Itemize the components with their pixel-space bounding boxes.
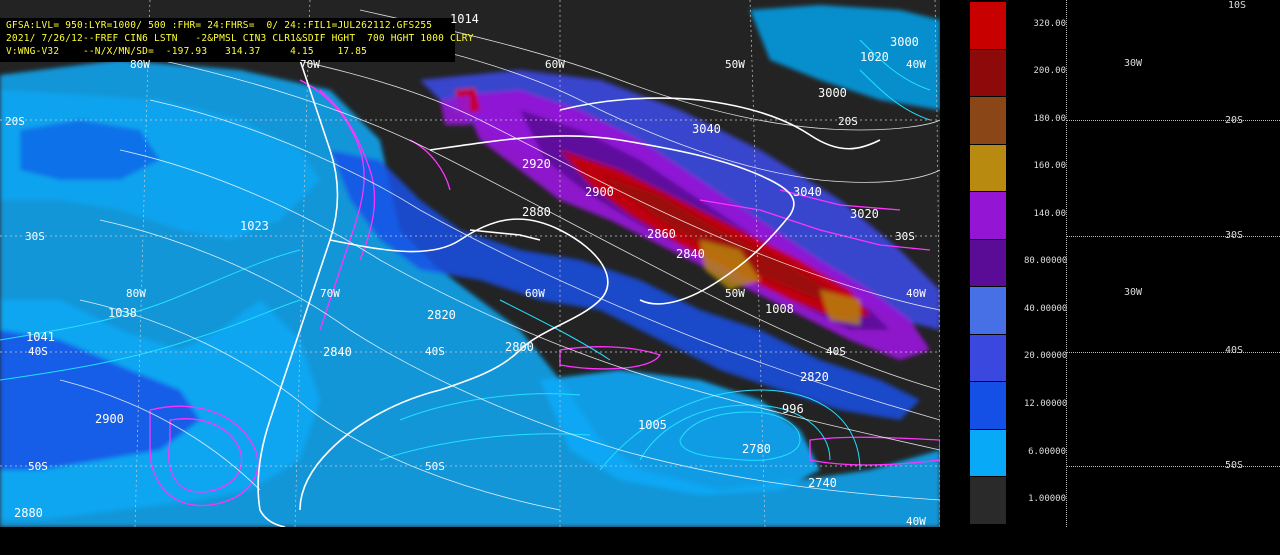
contour-label: 1020 — [860, 50, 889, 64]
right-lat-label-50s: 50S — [1225, 460, 1244, 471]
legend-value: 140.00 — [1033, 208, 1066, 219]
contour-label: 1038 — [108, 306, 137, 320]
legend-swatch — [970, 429, 1006, 477]
contour-label: 2860 — [647, 227, 676, 241]
lon-label-40w-bottom: 40W — [906, 515, 926, 527]
right-lat-label-10s: 10S — [1228, 0, 1247, 11]
contour-label: 2840 — [323, 345, 352, 359]
legend-value: 20.00000 — [1024, 351, 1068, 362]
contour-label: 996 — [782, 402, 804, 416]
legend-value: 160.00 — [1033, 161, 1066, 172]
legend-value: 200.00 — [1033, 66, 1066, 77]
lon-label-80w-top: 80W — [130, 58, 150, 71]
contour-label: 1041 — [26, 330, 55, 344]
contour-label: 1008 — [765, 302, 794, 316]
contour-label: 1005 — [638, 418, 667, 432]
bottom-strip — [0, 527, 1280, 555]
lat-label-40s-mid: 40S — [425, 345, 445, 358]
legend-swatch — [970, 287, 1006, 334]
weather-map — [0, 0, 940, 527]
legend-swatch — [970, 97, 1006, 144]
lat-label-30s-east: 30S — [895, 230, 915, 243]
contour-label: 2920 — [522, 157, 551, 171]
lat-label-20s-west: 20S — [5, 115, 25, 128]
legend-swatch — [970, 144, 1006, 192]
lon-label-60w-top: 60W — [545, 58, 565, 71]
contour-label: 2780 — [742, 442, 771, 456]
contour-label: 1014 — [450, 12, 479, 26]
legend-value: 40.00000 — [1024, 303, 1068, 314]
lon-label-40w-top: 40W — [906, 58, 926, 71]
header-line-3: V:WNG-V32 --N/X/MN/SD= -197.93 314.37 4.… — [6, 46, 368, 57]
grid-line — [1066, 466, 1280, 467]
precip-shading — [0, 5, 940, 527]
contour-label: 2840 — [676, 247, 705, 261]
lon-label-70w-top: 70W — [300, 58, 320, 71]
contour-label: 3040 — [692, 122, 721, 136]
legend-value: 180.00 — [1033, 113, 1066, 124]
legend-swatch — [970, 192, 1006, 239]
lat-label-20s-east: 20S — [838, 115, 858, 128]
contour-label: 2820 — [800, 370, 829, 384]
lon-label-50w-mid: 50W — [725, 287, 745, 300]
lat-label-50s-mid: 50S — [425, 460, 445, 473]
contour-label: 3040 — [793, 185, 822, 199]
legend-value: 320.00 — [1033, 18, 1066, 29]
lat-label-40s-east: 40S — [826, 345, 846, 358]
lat-label-40s-west: 40S — [28, 345, 48, 358]
color-legend — [970, 0, 1008, 525]
grid-line — [1066, 236, 1280, 237]
legend-value: 6.00000 — [1028, 446, 1066, 457]
grid-line — [1066, 352, 1280, 353]
lat-label-30s-west: 30S — [25, 230, 45, 243]
right-lon-label-30w-top: 30W — [1124, 58, 1143, 69]
grid-line — [1066, 0, 1067, 527]
lon-label-80w-mid: 80W — [126, 287, 146, 300]
legend-swatch — [970, 239, 1006, 287]
lat-label-50s-west: 50S — [28, 460, 48, 473]
map-panel: GFSA:LVL= 950:LYR=1000/ 500 :FHR= 24:FHR… — [0, 0, 940, 527]
contour-label: 3020 — [850, 207, 879, 221]
contour-label: 2800 — [505, 340, 534, 354]
grid-line — [1066, 120, 1280, 121]
legend-swatch — [970, 49, 1006, 97]
legend-swatch — [970, 382, 1006, 429]
header-line-2: 2021/ 7/26/12--FREF CIN6 LSTN -2&PMSL CI… — [6, 33, 474, 44]
contour-label: 2900 — [585, 185, 614, 199]
right-lat-label-20s: 20S — [1225, 115, 1244, 126]
legend-swatch — [970, 334, 1006, 382]
header-line-1: GFSA:LVL= 950:LYR=1000/ 500 :FHR= 24:FHR… — [6, 20, 433, 31]
contour-label: 2740 — [808, 476, 837, 490]
contour-label: 2900 — [95, 412, 124, 426]
right-lat-label-40s: 40S — [1225, 345, 1244, 356]
contour-label: 2880 — [522, 205, 551, 219]
contour-label: 3000 — [890, 35, 919, 49]
legend-value: 80.00000 — [1024, 256, 1068, 267]
contour-label: 3000 — [818, 86, 847, 100]
contour-label: 2880 — [14, 506, 43, 520]
legend-value: 1.00000 — [1028, 494, 1066, 505]
legend-value: 12.00000 — [1024, 399, 1068, 409]
legend-swatch — [970, 477, 1006, 524]
right-lon-label-30w-mid: 30W — [1124, 287, 1143, 298]
legend-swatch — [970, 2, 1006, 49]
lon-label-40w-mid: 40W — [906, 287, 926, 300]
contour-label: 2820 — [427, 308, 456, 322]
lon-label-60w-mid: 60W — [525, 287, 545, 300]
map-header: GFSA:LVL= 950:LYR=1000/ 500 :FHR= 24:FHR… — [0, 18, 473, 62]
contour-label: 1023 — [240, 219, 269, 233]
right-lat-label-30s: 30S — [1225, 230, 1244, 241]
lon-label-50w-top: 50W — [725, 58, 745, 71]
lon-label-70w-mid: 70W — [320, 287, 340, 300]
